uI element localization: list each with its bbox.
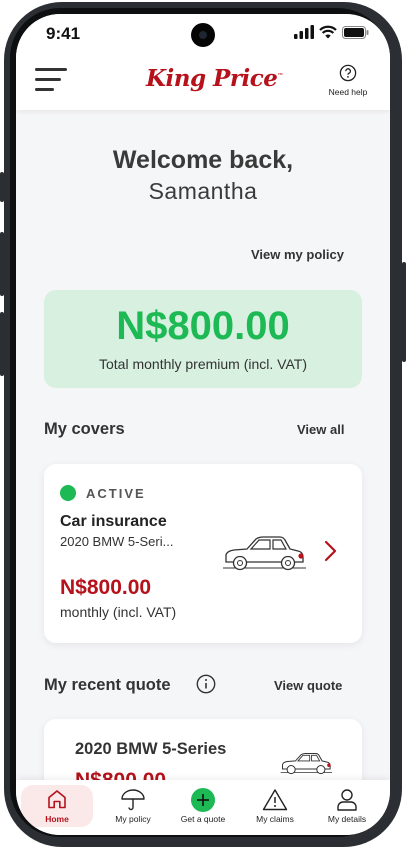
need-help-label: Need help bbox=[328, 87, 368, 97]
volume-down-button bbox=[0, 312, 4, 376]
tab-get-a-quote-label: Get a quote bbox=[180, 814, 226, 824]
wifi-icon bbox=[319, 25, 337, 39]
king-price-logo: King Price™ bbox=[146, 65, 283, 92]
status-time: 9:41 bbox=[46, 24, 81, 43]
car-icon bbox=[223, 536, 306, 571]
cover-card[interactable]: ACTIVE Car insurance 2020 BMW 5-Seri... … bbox=[44, 464, 362, 643]
home-icon bbox=[48, 790, 66, 809]
chevron-right-icon[interactable] bbox=[322, 540, 338, 562]
mute-switch bbox=[0, 172, 4, 202]
hamburger-menu-icon[interactable] bbox=[35, 68, 67, 94]
cellular-signal-icon bbox=[294, 25, 314, 39]
welcome-title: Welcome back, bbox=[112, 146, 294, 174]
warning-icon bbox=[262, 789, 288, 811]
my-covers-title: My covers bbox=[44, 420, 125, 438]
premium-label: Total monthly premium (incl. VAT) bbox=[99, 356, 307, 372]
cover-title: Car insurance bbox=[60, 513, 167, 530]
tab-home-label: Home bbox=[45, 814, 69, 824]
premium-amount: N$800.00 bbox=[116, 304, 290, 348]
cover-amount: N$800.00 bbox=[60, 576, 152, 599]
need-help-button[interactable]: Need help bbox=[322, 64, 374, 97]
tab-my-details-label: My details bbox=[327, 814, 367, 824]
tab-my-details[interactable]: My details bbox=[310, 780, 384, 835]
view-quote-link[interactable]: View quote bbox=[274, 678, 342, 693]
battery-icon bbox=[342, 26, 369, 39]
status-bar: 9:41 bbox=[16, 14, 390, 58]
front-camera bbox=[191, 23, 215, 47]
tab-my-policy-label: My policy bbox=[115, 814, 151, 824]
volume-up-button bbox=[0, 232, 4, 296]
premium-summary-card: N$800.00 Total monthly premium (incl. VA… bbox=[44, 290, 362, 388]
tab-get-a-quote[interactable]: Get a quote bbox=[166, 780, 240, 835]
tab-my-claims-label: My claims bbox=[256, 814, 294, 824]
plus-circle-icon bbox=[191, 788, 215, 812]
bottom-tab-bar: Home My policy Get a quote My claims My … bbox=[16, 780, 390, 835]
car-icon bbox=[280, 752, 332, 775]
view-my-policy-link[interactable]: View my policy bbox=[251, 247, 344, 262]
tab-my-policy[interactable]: My policy bbox=[96, 780, 170, 835]
tab-my-claims[interactable]: My claims bbox=[238, 780, 312, 835]
help-question-icon bbox=[339, 64, 357, 82]
active-status-dot bbox=[60, 485, 76, 501]
my-recent-quote-title: My recent quote bbox=[44, 676, 171, 694]
cover-vehicle: 2020 BMW 5-Seri... bbox=[60, 534, 174, 549]
umbrella-icon bbox=[121, 789, 145, 811]
app-screen: 9:41 King Price™ Need help Welcome back,… bbox=[16, 14, 390, 835]
app-header: King Price™ Need help bbox=[16, 58, 390, 110]
info-icon[interactable] bbox=[196, 674, 216, 694]
cover-amount-note: monthly (incl. VAT) bbox=[60, 604, 177, 620]
view-all-link[interactable]: View all bbox=[297, 422, 344, 437]
tab-home[interactable]: Home bbox=[16, 780, 98, 835]
status-badge: ACTIVE bbox=[86, 486, 146, 501]
user-icon bbox=[337, 789, 357, 811]
user-name: Samantha bbox=[148, 178, 258, 204]
power-button bbox=[402, 262, 406, 362]
quote-vehicle: 2020 BMW 5-Series bbox=[75, 740, 227, 758]
